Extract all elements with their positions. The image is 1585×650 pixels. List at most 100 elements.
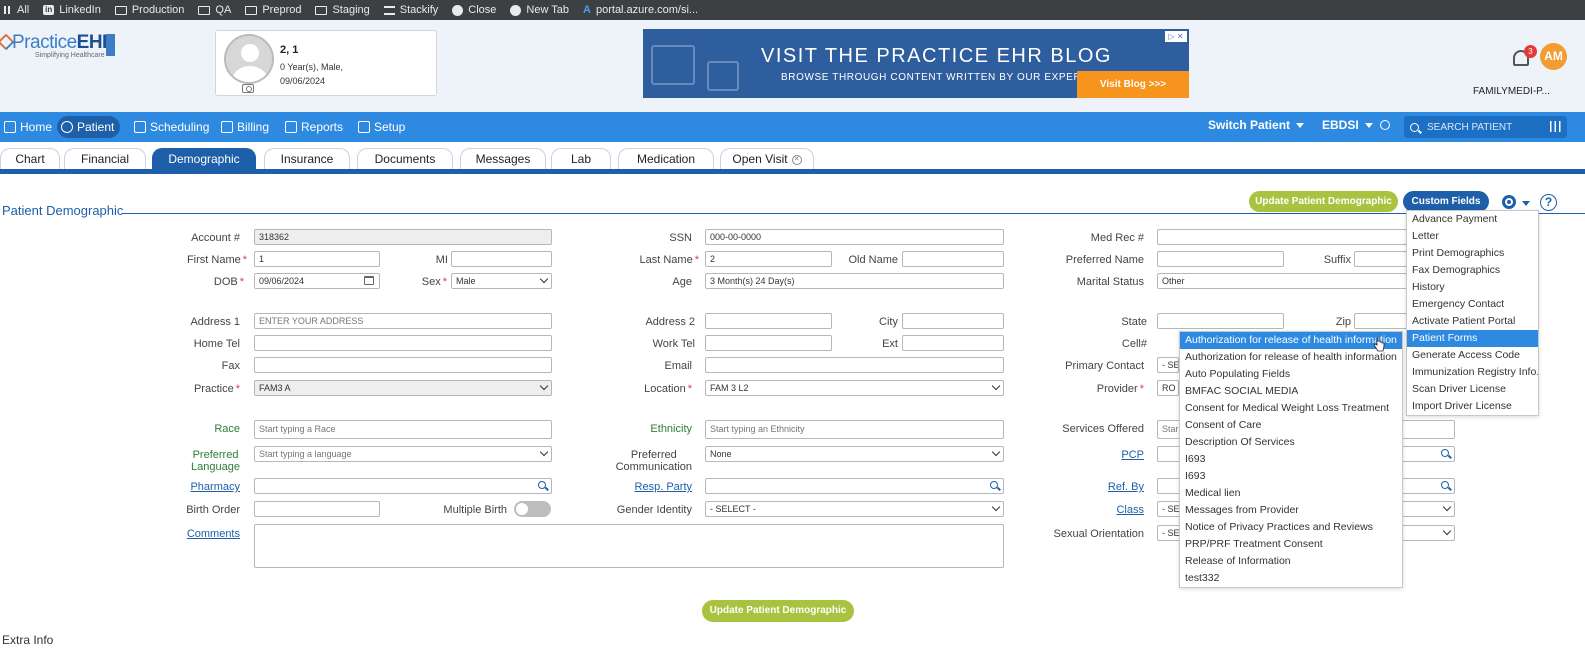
tab-chart[interactable]: Chart	[0, 148, 60, 169]
bookmark-production[interactable]: Production	[114, 4, 184, 16]
mi-field[interactable]	[451, 251, 552, 267]
menu-item-import-driver-license[interactable]: Import Driver License	[1407, 398, 1538, 415]
email-field[interactable]	[705, 357, 1004, 373]
ebdsi-dropdown[interactable]: EBDSI	[1322, 118, 1373, 132]
form-item[interactable]: Authorization for release of health info…	[1180, 349, 1402, 366]
nav-patient[interactable]: Patient	[57, 116, 121, 138]
nav-home[interactable]: Home	[0, 116, 58, 138]
menu-item-patient-forms[interactable]: Patient Forms	[1407, 330, 1538, 347]
form-item[interactable]: Release of Information	[1180, 553, 1402, 570]
form-item[interactable]: Messages from Provider	[1180, 502, 1402, 519]
search-icon[interactable]	[990, 481, 998, 489]
switch-patient-dropdown[interactable]: Switch Patient	[1208, 118, 1305, 132]
form-item[interactable]: Notice of Privacy Practices and Reviews	[1180, 519, 1402, 536]
tab-documents[interactable]: Documents	[357, 148, 453, 169]
dob-field[interactable]: 09/06/2024	[254, 273, 380, 289]
tab-medication[interactable]: Medication	[618, 148, 714, 169]
practice-name[interactable]: FAMILYMEDI-P...	[1473, 86, 1550, 97]
city-field[interactable]	[902, 313, 1004, 329]
zip-field[interactable]	[1354, 313, 1407, 329]
preferred-language-select[interactable]: Start typing a language	[254, 446, 552, 462]
menu-item-scan-driver-license[interactable]: Scan Driver License	[1407, 381, 1538, 398]
work-tel-field[interactable]	[705, 335, 832, 351]
bookmark-new-tab[interactable]: New Tab	[510, 4, 569, 16]
nav-reports[interactable]: Reports	[281, 116, 349, 138]
first-name-field[interactable]: 1	[254, 251, 380, 267]
menu-item-fax-demographics[interactable]: Fax Demographics	[1407, 262, 1538, 279]
race-field[interactable]: Start typing a Race	[254, 420, 552, 439]
account-field[interactable]: 318362	[254, 229, 552, 245]
close-icon[interactable]: ✕	[791, 154, 802, 165]
ad-close-icon[interactable]: ▷ ✕	[1165, 31, 1187, 42]
menu-item-immunization-registry[interactable]: Immunization Registry Info.	[1407, 364, 1538, 381]
age-field[interactable]: 3 Month(s) 24 Day(s)	[705, 273, 1004, 289]
help-icon[interactable]: ?	[1540, 194, 1557, 211]
menu-item-activate-patient-portal[interactable]: Activate Patient Portal	[1407, 313, 1538, 330]
pharmacy-link[interactable]: Pharmacy	[190, 481, 240, 493]
nav-scheduling[interactable]: Scheduling	[130, 116, 215, 138]
sex-select[interactable]: Male	[451, 273, 552, 289]
fax-field[interactable]	[254, 357, 552, 373]
form-item[interactable]: Medical lien	[1180, 485, 1402, 502]
resp-party-link[interactable]: Resp. Party	[635, 481, 692, 493]
preferred-communication-select[interactable]: None	[705, 446, 1004, 462]
pcp-link[interactable]: PCP	[1121, 449, 1144, 461]
form-item[interactable]: I693	[1180, 451, 1402, 468]
bookmark-azure[interactable]: Aportal.azure.com/si...	[583, 4, 698, 16]
bookmark-all[interactable]: All	[4, 4, 29, 16]
user-avatar[interactable]: AM	[1540, 43, 1567, 70]
nav-billing[interactable]: Billing	[217, 116, 275, 138]
filter-sliders-icon[interactable]	[1550, 121, 1561, 132]
menu-item-advance-payment[interactable]: Advance Payment	[1407, 211, 1538, 228]
provider-select[interactable]: RO	[1157, 380, 1179, 396]
state-field[interactable]	[1157, 313, 1284, 329]
camera-icon[interactable]	[242, 84, 254, 93]
tab-open-visit[interactable]: Open Visit ✕	[720, 148, 814, 169]
comments-link[interactable]: Comments	[187, 528, 240, 540]
old-name-field[interactable]	[902, 251, 1004, 267]
practice-ehr-logo[interactable]: PracticeEHR Simplifying Healthcare	[0, 30, 118, 60]
update-demographic-button-top[interactable]: Update Patient Demographic	[1249, 191, 1398, 212]
search-icon[interactable]	[538, 481, 546, 489]
ethnicity-field[interactable]: Start typing an Ethnicity	[705, 420, 1004, 439]
ext-field[interactable]	[902, 335, 1004, 351]
form-item[interactable]: PRP/PRF Treatment Consent	[1180, 536, 1402, 553]
tab-financial[interactable]: Financial	[64, 148, 146, 169]
form-item[interactable]: Authorization for release of health info…	[1180, 332, 1402, 349]
address2-field[interactable]	[705, 313, 832, 329]
search-icon[interactable]	[1441, 481, 1449, 489]
medrec-field[interactable]	[1157, 229, 1407, 245]
form-item[interactable]: Auto Populating Fields	[1180, 366, 1402, 383]
bookmark-close[interactable]: Close	[452, 4, 496, 16]
suffix-field[interactable]	[1354, 251, 1407, 267]
birth-order-field[interactable]	[254, 501, 380, 517]
tab-demographic[interactable]: Demographic	[152, 148, 256, 169]
nav-setup[interactable]: Setup	[354, 116, 411, 138]
form-item[interactable]: Description Of Services	[1180, 434, 1402, 451]
multiple-birth-toggle[interactable]	[514, 501, 551, 517]
search-icon[interactable]	[1441, 449, 1449, 457]
preferred-name-field[interactable]	[1157, 251, 1284, 267]
bookmark-stackify[interactable]: Stackify	[383, 4, 438, 16]
form-item[interactable]: BMFAC SOCIAL MEDIA	[1180, 383, 1402, 400]
home-tel-field[interactable]	[254, 335, 552, 351]
address1-field[interactable]: ENTER YOUR ADDRESS	[254, 313, 552, 329]
bookmark-preprod[interactable]: Preprod	[245, 4, 301, 16]
resp-party-field[interactable]	[705, 478, 1004, 494]
primary-contact-select[interactable]: - SE	[1157, 357, 1179, 373]
bookmark-staging[interactable]: Staging	[315, 4, 370, 16]
menu-item-print-demographics[interactable]: Print Demographics	[1407, 245, 1538, 262]
class-link[interactable]: Class	[1116, 504, 1144, 516]
location-select[interactable]: FAM 3 L2	[705, 380, 1004, 396]
menu-item-generate-access-code[interactable]: Generate Access Code	[1407, 347, 1538, 364]
search-patient-input[interactable]: SEARCH PATIENT	[1404, 116, 1567, 138]
tab-insurance[interactable]: Insurance	[264, 148, 350, 169]
menu-item-history[interactable]: History	[1407, 279, 1538, 296]
add-user-icon[interactable]	[1380, 120, 1390, 130]
visit-blog-button[interactable]: Visit Blog >>>	[1077, 71, 1189, 98]
comments-textarea[interactable]	[254, 524, 1004, 568]
practice-select[interactable]: FAM3 A	[254, 380, 552, 396]
ref-by-link[interactable]: Ref. By	[1108, 481, 1144, 493]
tab-messages[interactable]: Messages	[460, 148, 546, 169]
tab-lab[interactable]: Lab	[551, 148, 611, 169]
